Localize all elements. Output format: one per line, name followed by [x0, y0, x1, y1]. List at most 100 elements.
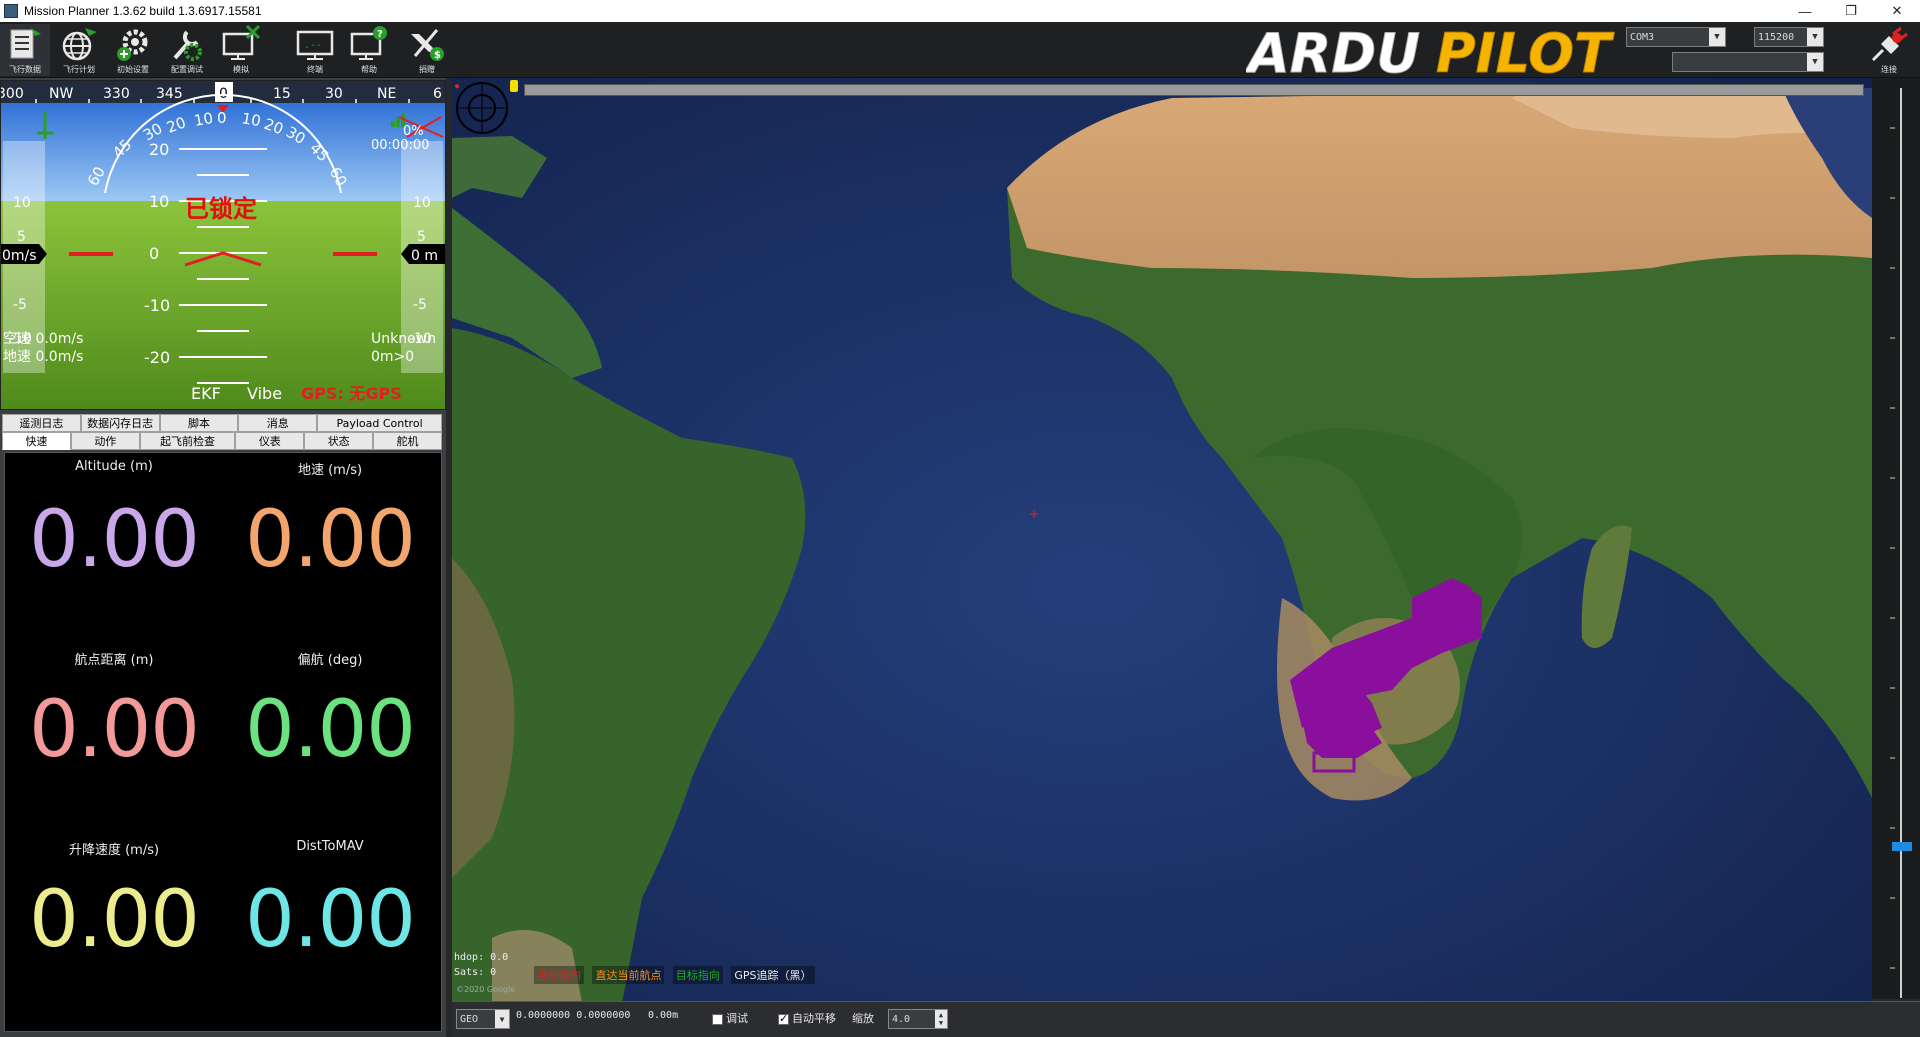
- svg-text:?: ?: [377, 29, 383, 40]
- tab-scripts[interactable]: 脚本: [159, 414, 239, 432]
- roll-label: 10: [193, 109, 215, 130]
- quick-value: 0.00: [29, 875, 200, 965]
- mission-progress-bar: [524, 84, 1864, 96]
- vibe-status: Vibe: [247, 384, 282, 403]
- initial-setup-button[interactable]: 初始设置: [108, 24, 158, 76]
- autopan-checkbox[interactable]: 自动平移: [778, 1010, 836, 1026]
- chevron-down-icon: ▼: [1807, 53, 1823, 71]
- config-tuning-icon: [173, 30, 202, 61]
- quick-item-wp-distance[interactable]: 航点距离 (m) 0.00: [7, 643, 221, 833]
- initial-setup-icon: [117, 29, 148, 61]
- speed-box-value: 0m/s: [2, 248, 37, 264]
- quick-value: 0.00: [29, 685, 200, 775]
- map-status-bar: GEO ▼ 0.0000000 0.0000000 0.00m 调试 自动平移 …: [452, 1001, 1920, 1037]
- flight-plan-button[interactable]: 飞行计划: [54, 24, 104, 76]
- legend-gps-track: GPS追踪（黑）: [731, 966, 815, 984]
- tab-gauges[interactable]: 仪表: [235, 432, 305, 450]
- coord-system-select[interactable]: GEO ▼: [456, 1009, 510, 1029]
- tab-preflight[interactable]: 起飞前检查: [139, 432, 236, 450]
- flight-data-button[interactable]: 飞行数据: [0, 24, 50, 76]
- terminal-label: 终端: [307, 65, 323, 74]
- config-tuning-button[interactable]: 配置调试: [162, 24, 212, 76]
- debug-checkbox-box[interactable]: [712, 1013, 723, 1025]
- zoom-slider[interactable]: [1890, 88, 1912, 998]
- heading-tape-label: 330: [103, 86, 130, 102]
- tab-status[interactable]: 状态: [304, 432, 374, 450]
- quick-item-climb-rate[interactable]: 升降速度 (m/s) 0.00: [7, 833, 221, 1023]
- quick-item-altitude[interactable]: Altitude (m) 0.00: [7, 453, 221, 643]
- battery-text: 0%: [403, 124, 424, 139]
- app-icon: [4, 4, 18, 18]
- quick-label: DistToMAV: [296, 839, 364, 854]
- tab-dataflash-logs[interactable]: 数据闪存日志: [80, 414, 160, 432]
- window-title: Mission Planner 1.3.62 build 1.3.6917.15…: [24, 4, 262, 18]
- minimize-button[interactable]: —: [1782, 0, 1828, 22]
- map-imagery: [452, 78, 1872, 1003]
- donate-button[interactable]: $ 捐赠: [402, 24, 452, 76]
- pitch-label: 20: [149, 140, 169, 159]
- compass-icon: [456, 82, 508, 134]
- data-tabs: 遥测日志 数据闪存日志 脚本 消息 Payload Control 快速 动作 …: [2, 414, 442, 450]
- roll-label: 10: [240, 109, 262, 130]
- alt-tick: 10: [413, 195, 431, 211]
- svg-text:.--: .--: [304, 40, 322, 51]
- quick-value: 0.00: [245, 685, 416, 775]
- quick-value: 0.00: [245, 495, 416, 585]
- spinner-arrows-icon[interactable]: ▲ ▼: [935, 1010, 947, 1028]
- chevron-down-icon: ▼: [495, 1010, 509, 1028]
- port-select[interactable]: COM3 ▼: [1626, 27, 1726, 47]
- main-toolbar: 飞行数据 飞行计划 初始设置 配置调试 模拟 .-- 终端 ? 帮助 $ 捐赠 …: [0, 22, 1920, 80]
- quick-item-dist-to-mav[interactable]: DistToMAV 0.00: [223, 833, 437, 1023]
- connect-button[interactable]: 连接: [1866, 26, 1912, 76]
- debug-checkbox[interactable]: 调试: [712, 1010, 748, 1026]
- plug-icon: [1871, 26, 1908, 62]
- zoom-slider-thumb[interactable]: [1892, 842, 1912, 851]
- logo-text-ardu: ARDU: [1246, 24, 1420, 80]
- hud-display[interactable]: 300 NW 330 345 0 15 30 NE 6 60 45: [0, 80, 446, 410]
- quick-item-yaw[interactable]: 偏航 (deg) 0.00: [223, 643, 437, 833]
- tab-quick[interactable]: 快速: [2, 432, 71, 450]
- map-legend: 当前指向 直达当前航点 目标指向 GPS追踪（黑）: [534, 966, 819, 984]
- tab-payload-control[interactable]: Payload Control: [317, 414, 442, 432]
- alt-tick: -5: [413, 297, 427, 313]
- zoom-input[interactable]: 4.0 ▲ ▼: [888, 1009, 948, 1029]
- quick-panel: Altitude (m) 0.00 地速 (m/s) 0.00 航点距离 (m)…: [4, 452, 442, 1032]
- autopan-checkbox-box[interactable]: [778, 1012, 789, 1025]
- terminal-button[interactable]: .-- 终端: [290, 24, 340, 76]
- battery-icon: [510, 80, 518, 92]
- initial-setup-label: 初始设置: [117, 65, 149, 74]
- heading-tape-label: NE: [377, 86, 396, 102]
- alt-box-value: 0 m: [411, 248, 438, 264]
- tab-servo[interactable]: 舵机: [373, 432, 442, 450]
- coordinates-readout: 0.0000000 0.0000000: [516, 1010, 631, 1021]
- baud-select[interactable]: 115200 ▼: [1754, 27, 1824, 47]
- pitch-label: 0: [149, 244, 159, 263]
- artificial-horizon: 300 NW 330 345 0 15 30 NE 6 60 45: [1, 81, 445, 409]
- svg-text:$: $: [434, 50, 441, 61]
- flight-plan-icon: [62, 28, 97, 61]
- close-button[interactable]: ✕: [1874, 0, 1920, 22]
- satellite-map[interactable]: ● hdop: 0.0 Sats: 0 当前指向 直达当前航点 目标指向 GPS…: [452, 78, 1872, 1003]
- quick-label: 地速 (m/s): [297, 463, 363, 478]
- help-button[interactable]: ? 帮助: [344, 24, 394, 76]
- map-attribution: ©2020 Google: [456, 985, 516, 994]
- groundspeed-text: 地速 0.0m/s: [3, 349, 83, 365]
- quick-label: 航点距离 (m): [74, 653, 154, 668]
- help-icon: ?: [350, 26, 387, 60]
- pitch-label: -20: [144, 348, 170, 367]
- link-select[interactable]: ▼: [1672, 52, 1824, 72]
- tab-messages[interactable]: 消息: [238, 414, 318, 432]
- legend-target-heading: 目标指向: [672, 966, 723, 984]
- alt-tick: 5: [417, 229, 426, 245]
- coord-system-value: GEO: [460, 1013, 479, 1025]
- zoom-input-value: 4.0: [892, 1013, 911, 1025]
- title-bar: Mission Planner 1.3.62 build 1.3.6917.15…: [0, 0, 1920, 22]
- port-select-value: COM3: [1630, 31, 1655, 43]
- quick-item-groundspeed[interactable]: 地速 (m/s) 0.00: [223, 453, 437, 643]
- simulation-button[interactable]: 模拟: [216, 24, 266, 76]
- tab-actions[interactable]: 动作: [70, 432, 140, 450]
- roll-label: 0: [217, 109, 227, 127]
- flight-mode-text: Unknown: [371, 331, 436, 347]
- tab-telemetry-logs[interactable]: 遥测日志: [2, 414, 81, 432]
- restore-button[interactable]: ❐: [1828, 0, 1874, 22]
